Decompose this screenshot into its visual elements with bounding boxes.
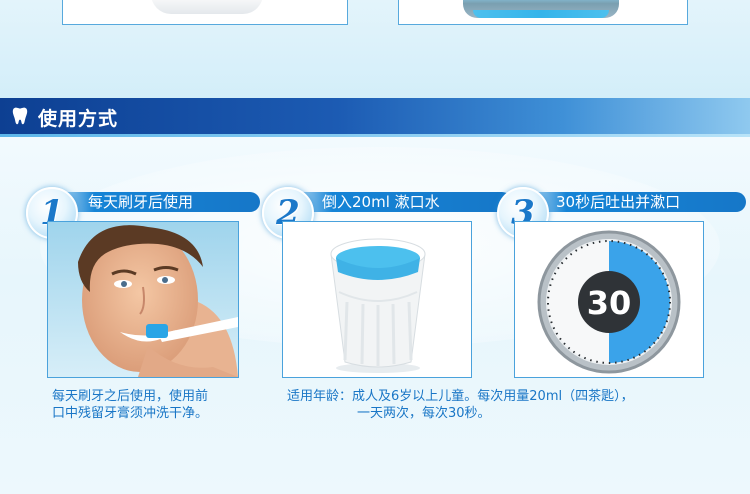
timer-image: 30 [515, 222, 703, 377]
section-header: 使用方式 [0, 98, 750, 137]
step-2-label-text: 倒入20ml 漱口水 [322, 193, 440, 211]
step-2-description-line-2: 一天两次，每次30秒。 [357, 406, 491, 421]
step-3-label: 30秒后吐出并漱口 [516, 192, 746, 212]
step-2-description: 适用年龄：成人及6岁以上儿童。每次用量20ml（四茶匙）， 一天两次，每次30秒… [287, 388, 707, 422]
step-1-photo [47, 221, 239, 378]
tooth-icon [12, 107, 28, 125]
step-3-label-text: 30秒后吐出并漱口 [556, 193, 681, 211]
timer-value: 30 [587, 284, 632, 322]
mouthwash-cup-image [283, 222, 471, 377]
step-1-description-line-2: 口中残留牙膏须冲洗干净。 [52, 406, 209, 421]
step-2-label: 倒入20ml 漱口水 [282, 192, 512, 212]
previous-section-band [0, 0, 750, 98]
section-title: 使用方式 [38, 108, 119, 130]
product-card-2 [398, 0, 688, 25]
step-2-photo [282, 221, 472, 378]
step-3-photo: 30 [514, 221, 704, 378]
product-card-1 [62, 0, 348, 25]
product-cap-image [151, 0, 263, 14]
step-1-description-line-1: 每天刷牙之后使用，使用前 [52, 389, 209, 404]
step-1-label-text: 每天刷牙后使用 [88, 193, 194, 211]
man-brushing-teeth-image [48, 222, 238, 377]
step-1-description: 每天刷牙之后使用，使用前 口中残留牙膏须冲洗干净。 [52, 388, 252, 422]
step-2-description-line-1: 适用年龄：成人及6岁以上儿童。每次用量20ml（四茶匙）， [287, 389, 634, 404]
product-bottle-image [463, 0, 619, 18]
step-1-label: 每天刷牙后使用 [48, 192, 260, 212]
